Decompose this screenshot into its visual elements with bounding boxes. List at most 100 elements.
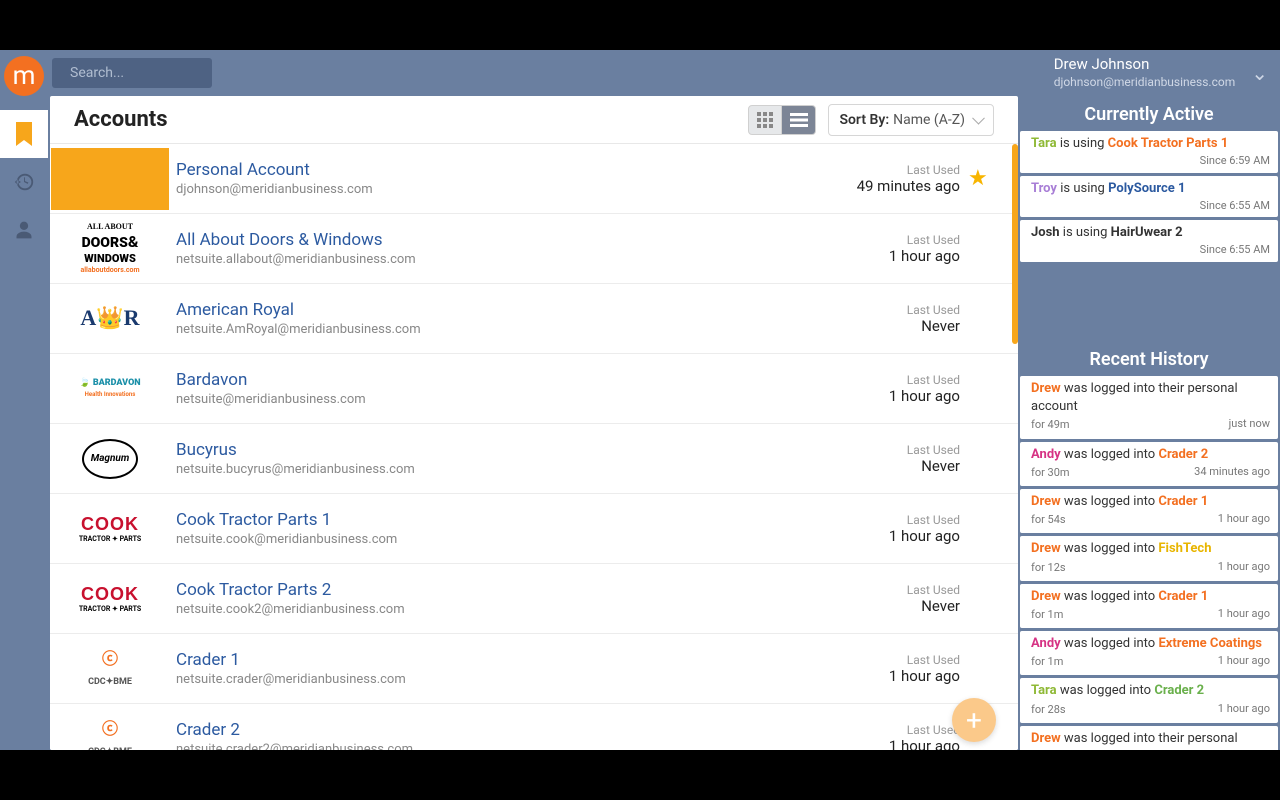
account-logo: A👑R (50, 284, 170, 354)
account-email: netsuite.AmRoyal@meridianbusiness.com (176, 322, 830, 337)
account-email: netsuite@meridianbusiness.com (176, 392, 830, 407)
account-name: Personal Account (176, 160, 830, 180)
activity-user: Troy (1031, 181, 1057, 196)
main-area: Drew Johnson djohnson@meridianbusiness.c… (48, 50, 1280, 750)
scroll-indicator[interactable] (1012, 144, 1018, 344)
account-logo: ⓒCDC✦BME (50, 704, 170, 751)
accounts-list[interactable]: Personal Accountdjohnson@meridianbusines… (50, 144, 1018, 750)
history-duration: for 28s (1031, 703, 1066, 716)
history-user: Drew (1031, 731, 1061, 746)
account-name: Crader 1 (176, 650, 830, 670)
history-text: was logged into their personal account (1031, 731, 1238, 750)
history-card[interactable]: Drew was logged into their personal acco… (1020, 376, 1278, 439)
activity-card[interactable]: Tara is using Cook Tractor Parts 1Since … (1020, 131, 1278, 173)
chevron-down-icon[interactable]: ⌄ (1251, 61, 1268, 85)
add-account-button[interactable]: + (952, 698, 996, 742)
view-toggle (748, 105, 816, 135)
last-used-label: Last Used (830, 163, 960, 177)
account-logo (50, 144, 170, 214)
history-card[interactable]: Drew was logged into their personal acco… (1020, 726, 1278, 750)
account-name: American Royal (176, 300, 830, 320)
last-used-value: Never (830, 317, 960, 335)
account-row[interactable]: ⓒCDC✦BMECrader 2netsuite.crader2@meridia… (50, 704, 1018, 750)
history-card[interactable]: Drew was logged into Crader 1for 1m1 hou… (1020, 584, 1278, 628)
history-time: 1 hour ago (1218, 653, 1270, 668)
star-icon[interactable]: ★ (968, 166, 994, 191)
account-row[interactable]: Personal Accountdjohnson@meridianbusines… (50, 144, 1018, 214)
history-duration: for 54s (1031, 513, 1066, 526)
activity-account: HairUwear 2 (1111, 225, 1183, 240)
sort-dropdown[interactable]: Sort By: Name (A-Z) (828, 104, 994, 136)
history-text: was logged into (1064, 494, 1155, 509)
account-row[interactable]: ALL ABOUTDOORS&WINDOWSallaboutdoors.comA… (50, 214, 1018, 284)
history-time: 1 hour ago (1218, 701, 1270, 716)
account-row[interactable]: ⓒCDC✦BMECrader 1netsuite.crader@meridian… (50, 634, 1018, 704)
nav-history[interactable] (0, 158, 48, 206)
star-icon[interactable]: ★ (968, 306, 994, 331)
account-name: All About Doors & Windows (176, 230, 830, 250)
grid-view-button[interactable] (748, 105, 782, 135)
history-account: Crader 2 (1154, 683, 1204, 698)
account-row[interactable]: A👑R American Royal netsuite.AmRoyal@meridi… (50, 284, 1018, 354)
account-logo: Magnum (50, 424, 170, 494)
star-icon[interactable]: ★ (968, 656, 994, 681)
account-row[interactable]: 🍃 BARDAVONHealth Innovations Bardavon nets… (50, 354, 1018, 424)
nav-profile[interactable] (0, 206, 48, 254)
currently-active-title: Currently Active (1020, 96, 1278, 131)
last-used-label: Last Used (830, 513, 960, 527)
activity-account: PolySource 1 (1108, 181, 1185, 196)
history-user: Drew (1031, 541, 1061, 556)
account-logo: 🍃 BARDAVONHealth Innovations (50, 354, 170, 424)
star-icon[interactable]: ★ (968, 516, 994, 541)
last-used-label: Last Used (830, 303, 960, 317)
activity-verb: is using (1060, 181, 1105, 196)
last-used-label: Last Used (830, 443, 960, 457)
activity-verb: is using (1063, 225, 1108, 240)
user-icon (14, 220, 34, 240)
right-panel: Currently Active Tara is using Cook Trac… (1018, 96, 1280, 750)
star-icon[interactable]: ★ (968, 446, 994, 471)
history-time: 1 hour ago (1218, 511, 1270, 526)
recent-history-list: Drew was logged into their personal acco… (1020, 376, 1278, 750)
account-email: netsuite.allabout@meridianbusiness.com (176, 252, 830, 267)
activity-user: Josh (1031, 225, 1060, 240)
activity-verb: is using (1060, 136, 1105, 151)
history-card[interactable]: Drew was logged into FishTechfor 12s1 ho… (1020, 536, 1278, 580)
history-user: Drew (1031, 494, 1061, 509)
history-card[interactable]: Drew was logged into Crader 1for 54s1 ho… (1020, 489, 1278, 533)
list-view-button[interactable] (782, 105, 816, 135)
page-title: Accounts (74, 107, 168, 132)
history-duration: for 49m (1031, 418, 1070, 431)
last-used-label: Last Used (830, 583, 960, 597)
sort-label: Sort By: (839, 112, 889, 128)
account-row[interactable]: MagnumBucyrusnetsuite.bucyrus@meridianbu… (50, 424, 1018, 494)
activity-card[interactable]: Josh is using HairUwear 2Since 6:55 AM (1020, 220, 1278, 262)
search-input[interactable] (70, 65, 248, 81)
account-row[interactable]: COOKTRACTOR ✦ PARTSCook Tractor Parts 1n… (50, 494, 1018, 564)
user-email: djohnson@meridianbusiness.com (1054, 75, 1236, 91)
history-user: Andy (1031, 447, 1061, 462)
star-icon[interactable]: ★ (968, 376, 994, 401)
account-row[interactable]: COOKTRACTOR ✦ PARTSCook Tractor Parts 2n… (50, 564, 1018, 634)
last-used-value: 1 hour ago (830, 527, 960, 545)
history-text: was logged into (1064, 589, 1155, 604)
account-name: Bardavon (176, 370, 830, 390)
search-box[interactable] (52, 58, 212, 88)
grid-icon (757, 112, 773, 128)
history-duration: for 1m (1031, 608, 1063, 621)
nav-bookmarks[interactable] (0, 110, 48, 158)
user-menu[interactable]: Drew Johnson djohnson@meridianbusiness.c… (1054, 55, 1268, 90)
history-card[interactable]: Tara was logged into Crader 2for 28s1 ho… (1020, 678, 1278, 722)
accounts-panel: Accounts Sort By: Name (A-Z) (50, 96, 1018, 750)
history-card[interactable]: Andy was logged into Crader 2for 30m34 m… (1020, 442, 1278, 486)
app-logo[interactable]: m (4, 56, 44, 96)
currently-active-list: Tara is using Cook Tractor Parts 1Since … (1020, 131, 1278, 341)
last-used-value: 1 hour ago (830, 667, 960, 685)
star-icon[interactable]: ★ (968, 236, 994, 261)
recent-history-title: Recent History (1020, 341, 1278, 376)
last-used-value: 49 minutes ago (830, 177, 960, 195)
last-used-label: Last Used (830, 233, 960, 247)
activity-card[interactable]: Troy is using PolySource 1Since 6:55 AM (1020, 176, 1278, 218)
star-icon[interactable]: ★ (968, 586, 994, 611)
history-card[interactable]: Andy was logged into Extreme Coatingsfor… (1020, 631, 1278, 675)
